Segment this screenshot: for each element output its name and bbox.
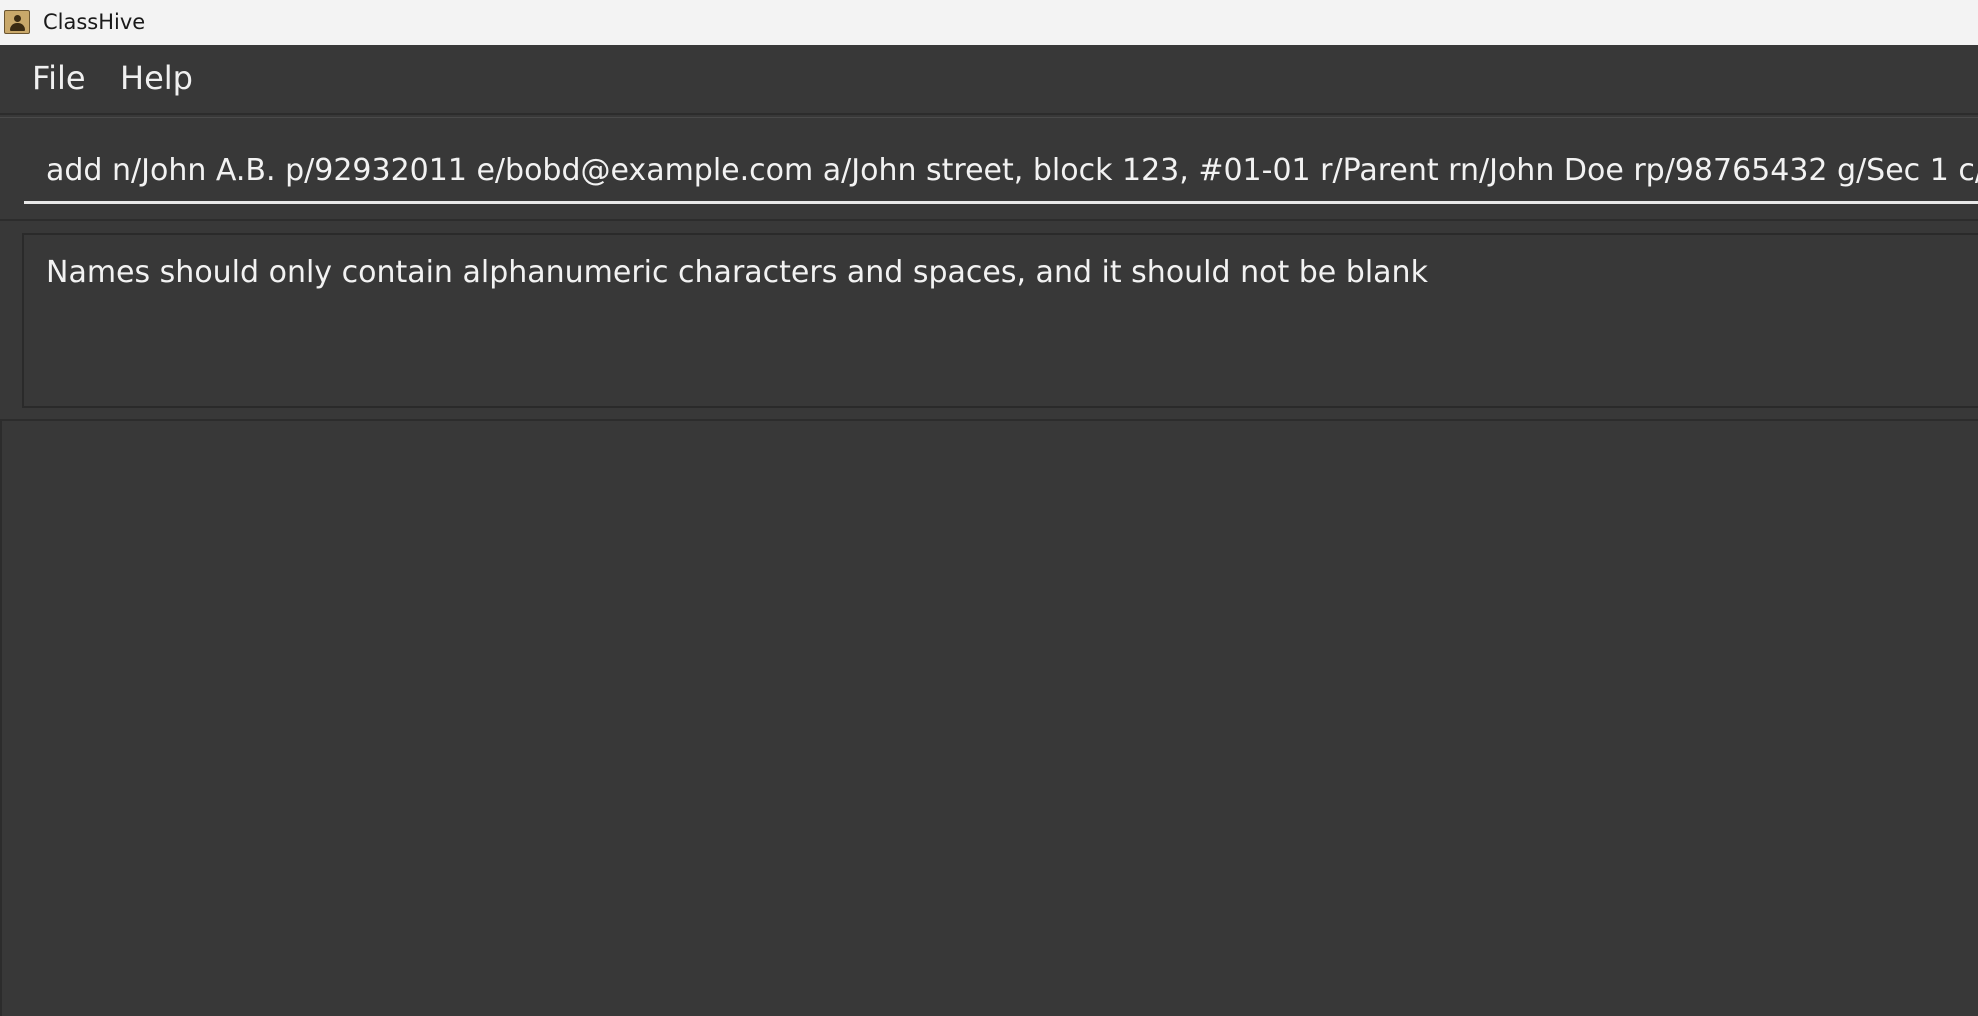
command-box [0, 117, 1978, 217]
result-display-panel: Names should only contain alphanumeric c… [0, 219, 1978, 419]
address-book-icon [4, 10, 30, 34]
window-titlebar: ClassHive [0, 0, 1978, 45]
menu-file[interactable]: File [32, 58, 86, 98]
menu-bar: File Help [0, 45, 1978, 115]
command-input[interactable] [24, 140, 1978, 204]
result-message: Names should only contain alphanumeric c… [46, 255, 1428, 290]
window-title: ClassHive [43, 10, 146, 34]
result-display-box: Names should only contain alphanumeric c… [22, 233, 1978, 408]
menu-help[interactable]: Help [120, 58, 193, 98]
person-list-panel [0, 419, 1978, 1016]
